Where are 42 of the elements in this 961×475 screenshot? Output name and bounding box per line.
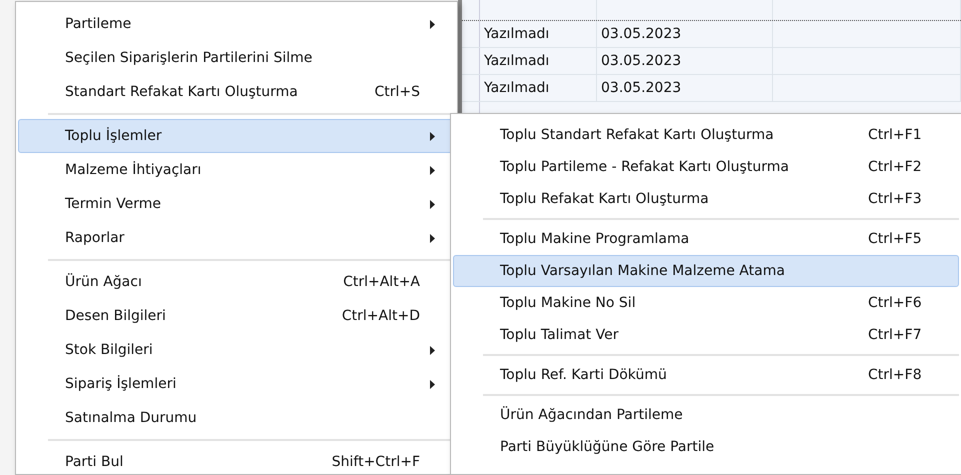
menu-item[interactable]: Toplu Partileme - Refakat Kartı Oluşturma Ctrl+F2	[453, 151, 959, 183]
shortcut-label: Ctrl+F6	[868, 294, 923, 312]
menu-item[interactable]: Toplu Makine Programlama Ctrl+F5	[453, 223, 959, 255]
menu-item[interactable]: Toplu Ref. Karti Dökümü Ctrl+F8	[453, 359, 959, 391]
menu-item[interactable]: Toplu Refakat Kartı Oluşturma Ctrl+F3	[453, 183, 959, 215]
shortcut-label: Shift+Ctrl+F	[332, 452, 421, 472]
shortcut-label: Ctrl+F7	[868, 326, 923, 344]
menu-item[interactable]: Malzeme İhtiyaçları	[18, 153, 455, 187]
menu-item[interactable]: Toplu Makine No Sil Ctrl+F6	[453, 287, 959, 319]
table-cell: Yazılmadı	[480, 75, 597, 101]
table-cell: 03.05.2023	[597, 75, 773, 101]
menu-item[interactable]: Stok Bilgileri	[18, 333, 455, 367]
menu-item[interactable]: Ürün Ağacından Partileme	[453, 399, 959, 431]
menu-item[interactable]: Standart Refakat Kartı Oluşturma Ctrl+S	[18, 75, 455, 109]
shortcut-label: Ctrl+Alt+A	[343, 272, 421, 292]
submenu-arrow-icon	[430, 166, 435, 174]
shortcut-label: Ctrl+F8	[868, 366, 923, 384]
table-cell: 03.05.2023	[597, 21, 773, 47]
table-cell: 03.05.2023	[597, 48, 773, 74]
shortcut-label: Ctrl+Alt+D	[342, 306, 421, 326]
menu-item[interactable]: Parti Büyüklüğüne Göre Partile	[453, 431, 959, 463]
submenu-arrow-icon	[430, 20, 435, 28]
shortcut-label: Ctrl+F1	[868, 126, 923, 144]
menu-item[interactable]: Seçilen Siparişlerin Partilerini Silme	[18, 41, 455, 75]
menu-item[interactable]: Partileme	[18, 7, 455, 41]
menu-item[interactable]: Raporlar	[18, 221, 455, 255]
shortcut-label: Ctrl+S	[374, 82, 421, 102]
menu-item[interactable]: Toplu Varsayılan Makine Malzeme Atama	[453, 255, 959, 287]
submenu-arrow-icon	[430, 132, 435, 140]
shortcut-label: Ctrl+F2	[868, 158, 923, 176]
menu-item[interactable]: Termin Verme	[18, 187, 455, 221]
table-cell: Yazılmadı	[480, 48, 597, 74]
submenu-arrow-icon	[430, 200, 435, 208]
menu-item[interactable]: Sipariş İşlemleri	[18, 367, 455, 401]
shortcut-label: Ctrl+F5	[868, 230, 923, 248]
shortcut-label: Ctrl+F3	[868, 190, 923, 208]
menu-item[interactable]: Toplu Talimat Ver Ctrl+F7	[453, 319, 959, 351]
submenu-arrow-icon	[430, 234, 435, 242]
submenu-arrow-icon	[430, 380, 435, 388]
table-cell: Yazılmadı	[480, 21, 597, 47]
menu-item[interactable]: Toplu Standart Refakat Kartı Oluşturma Ctrl+F1	[453, 119, 959, 151]
submenu-arrow-icon	[430, 346, 435, 354]
